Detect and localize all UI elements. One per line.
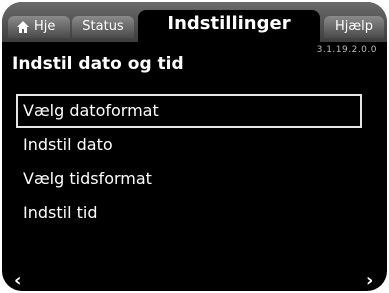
tab-home[interactable]: Hje: [8, 16, 70, 38]
chevron-right-icon[interactable]: ›: [366, 270, 373, 291]
tab-settings-label: Indstillinger: [167, 13, 291, 34]
tab-help-label: Hjælp: [334, 19, 374, 34]
menu-item-set-time[interactable]: Indstil tid: [16, 196, 362, 230]
tab-home-label: Hje: [34, 19, 56, 34]
tab-help[interactable]: Hjælp: [324, 16, 384, 38]
device-screen: Hje Status Indstillinger Hjælp 3.1.19.2.…: [2, 2, 387, 291]
menu-item-date-format[interactable]: Vælg datoformat: [16, 94, 362, 128]
tab-status-label: Status: [82, 19, 124, 34]
version-number: 3.1.19.2.0.0: [316, 45, 377, 55]
tab-settings[interactable]: Indstillinger: [138, 10, 320, 42]
top-tab-bar: Hje Status Indstillinger Hjælp: [2, 2, 387, 42]
menu-list: Vælg datoformat Indstil dato Vælg tidsfo…: [16, 94, 362, 230]
chevron-left-icon[interactable]: ‹: [14, 270, 21, 291]
menu-item-time-format[interactable]: Vælg tidsformat: [16, 162, 362, 196]
tab-status[interactable]: Status: [72, 16, 134, 38]
menu-item-label: Vælg datoformat: [23, 101, 159, 120]
menu-item-label: Indstil tid: [23, 203, 98, 222]
menu-item-set-date[interactable]: Indstil dato: [16, 128, 362, 162]
menu-item-label: Vælg tidsformat: [23, 169, 152, 188]
device-bezel: Hje Status Indstillinger Hjælp 3.1.19.2.…: [0, 0, 389, 293]
menu-item-label: Indstil dato: [23, 135, 113, 154]
home-icon: [17, 21, 29, 33]
page-title: Indstil dato og tid: [12, 54, 184, 74]
